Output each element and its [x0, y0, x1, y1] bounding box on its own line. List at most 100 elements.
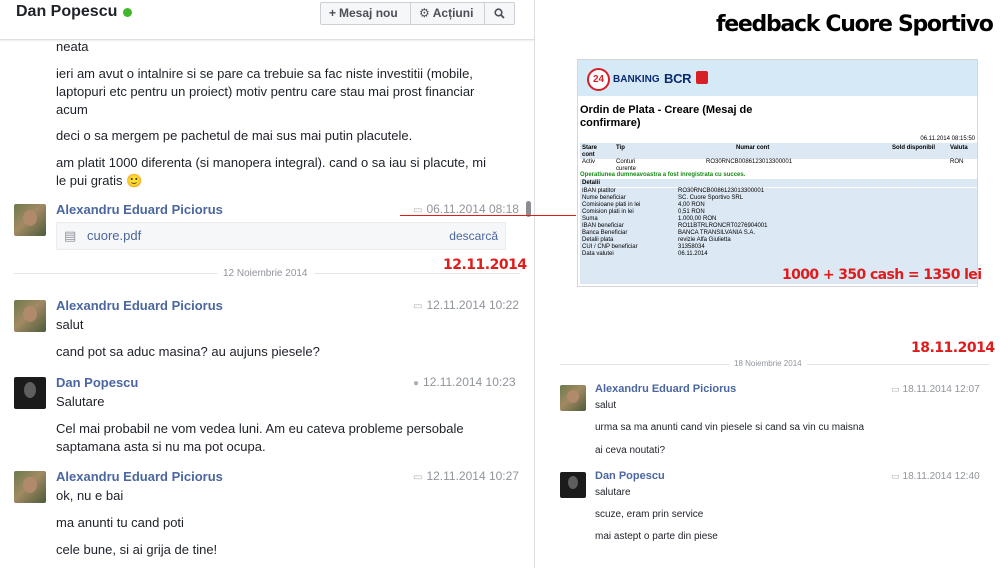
sender-name[interactable]: Alexandru Eduard Piciorus [595, 383, 736, 395]
sender-name[interactable]: Dan Popescu [595, 470, 665, 482]
account-table-row: Activ Conturi curente RO30RNCB0086123013… [580, 159, 977, 172]
day-separator: 18 Noiembrie 2014 [729, 359, 807, 368]
message-text: cele bune, si ai grija de tine! [56, 542, 218, 557]
message-text: mai astept o parte din piese [595, 531, 718, 542]
message-text: am platit 1000 diferenta (si manopera in… [56, 155, 486, 188]
speech-bubble-icon: ▭ [891, 384, 900, 394]
message-text: salut [595, 400, 617, 411]
receipt-title: Ordin de Plata - Creare (Mesaj de confir… [580, 104, 753, 129]
bank-name: BCR [664, 71, 692, 86]
attachment-file-name[interactable]: cuore.pdf [87, 228, 141, 243]
message-text: Salutare [56, 394, 105, 409]
speech-bubble-icon: ▭ [413, 472, 423, 483]
page-title: feedback Cuore Sportivo [716, 12, 994, 37]
message-text: cand pot sa aduc masina? au aujuns piese… [56, 344, 320, 359]
online-status-dot [123, 8, 132, 17]
detail-value: BANCA TRANSILVANIA S.A. [678, 230, 756, 236]
sender-name[interactable]: Alexandru Eduard Piciorus [56, 469, 223, 484]
message-text: scuze, eram prin service [595, 509, 704, 520]
bank-header: 24 BANKING BCR [578, 60, 977, 98]
table-cell: RON [950, 159, 964, 165]
speech-bubble-icon: ▭ [413, 301, 423, 312]
sender-name[interactable]: Alexandru Eduard Piciorus [56, 202, 223, 217]
annotation-cash-total: 1000 + 350 cash = 1350 lei [782, 267, 982, 283]
detail-value: SC. Cuore Sportivo SRL [678, 195, 744, 201]
detail-label: Nume beneficiar [582, 195, 626, 201]
timestamp: ▭ 06.11.2014 08:18 [413, 202, 519, 216]
detail-value: RO11BTRLRONCRT0276904001 [678, 223, 768, 229]
detail-label: CUI / CNP beneficiar [582, 244, 638, 250]
detail-value: RO30RNCB0086123013300001 [678, 188, 765, 194]
message-text: ok, nu e bai [56, 488, 124, 503]
detail-value: 1.000,00 RON [678, 216, 717, 222]
table-cell: Activ [582, 159, 596, 165]
conversation-title[interactable]: Dan Popescu [16, 3, 117, 21]
detail-label: Comision plati in lei [582, 209, 634, 215]
detail-label: Data valutei [582, 251, 614, 257]
plus-icon: + [329, 6, 337, 20]
message-text: deci o sa mergem pe pachetul de mai sus … [56, 128, 413, 143]
avatar[interactable] [560, 385, 586, 411]
annotation-date: 18.11.2014 [911, 340, 995, 356]
detail-value: revizie Alfa Giulietta [678, 237, 731, 243]
day-separator: 12 Noiembrie 2014 [217, 268, 314, 279]
bcr-logo-icon [696, 71, 708, 84]
actions-button[interactable]: ⚙ Acțiuni [411, 2, 485, 25]
message-text: ieri am avut o intalnire si se pare ca t… [56, 66, 475, 117]
table-cell: Conturi curente [616, 159, 637, 172]
message-text: salut [56, 317, 84, 332]
detail-label: IBAN beneficiar [582, 223, 624, 229]
timestamp: ▭ 12.11.2014 10:22 [413, 298, 519, 312]
download-link[interactable]: descarcă [449, 229, 498, 243]
column-header: Numar cont [736, 145, 770, 151]
chat-panel-left: neata ieri am avut o intalnire si se par… [0, 0, 535, 568]
timestamp: ▭ 12.11.2014 10:27 [413, 469, 519, 483]
detail-label: Banca Beneficiar [582, 230, 628, 236]
message-text: neata [56, 39, 89, 54]
column-header: Stare cont [582, 145, 598, 158]
avatar[interactable] [560, 472, 586, 498]
table-cell: RO30RNCB0086123013300001 [706, 159, 793, 165]
annotation-connector-line [400, 215, 576, 216]
avatar[interactable] [14, 300, 46, 332]
detail-label: Detalii plata [582, 237, 614, 243]
bank-payment-receipt: 24 BANKING BCR Ordin de Plata - Creare (… [577, 59, 978, 287]
location-pin-icon: ● [413, 378, 420, 389]
chat-header: Dan Popescu + Mesaj nou ⚙ Acțiuni [0, 0, 534, 40]
column-header: Sold disponibil [892, 145, 935, 151]
success-message: Operatiunea dumneavoastra a fost inregis… [580, 172, 746, 178]
file-attachment[interactable]: ▤ cuore.pdf descarcă [56, 222, 506, 250]
column-header: Tip [616, 145, 625, 151]
divider [580, 187, 977, 188]
search-icon [494, 8, 505, 19]
avatar[interactable] [14, 377, 46, 409]
sender-name[interactable]: Alexandru Eduard Piciorus [56, 298, 223, 313]
detail-label: Comisioane plati in lei [582, 202, 641, 208]
detail-value: 4,00 RON [678, 202, 705, 208]
timestamp: ● 12.11.2014 10:23 [413, 375, 516, 389]
message-text: ai ceva noutati? [595, 445, 666, 456]
search-button[interactable] [485, 2, 515, 25]
banking-24-logo: 24 [587, 68, 610, 91]
account-table-header: Stare cont Tip Numar cont Sold disponibi… [580, 143, 977, 159]
gear-icon: ⚙ [419, 6, 430, 20]
message-text: salutare [595, 487, 631, 498]
receipt-datetime: 06.11.2014 08:15:50 [920, 136, 975, 142]
speech-bubble-icon: ▭ [891, 471, 900, 481]
message-text: urma sa ma anunti cand vin piesele si ca… [595, 422, 865, 433]
timestamp: ▭ 18.11.2014 12:07 [891, 384, 980, 395]
detail-label: IBAN platitor [582, 188, 616, 194]
avatar[interactable] [14, 471, 46, 503]
message-text: ma anunti tu cand poti [56, 515, 184, 530]
sender-name[interactable]: Dan Popescu [56, 375, 138, 390]
detail-value: 0,51 RON [678, 209, 705, 215]
document-icon: ▤ [64, 228, 77, 243]
new-message-button[interactable]: + Mesaj nou [320, 2, 411, 25]
avatar[interactable] [14, 204, 46, 236]
detail-value: 31358034 [678, 244, 705, 250]
annotation-date: 12.11.2014 [443, 257, 527, 273]
message-text: Cel mai probabil ne vom vedea luni. Am e… [56, 421, 464, 454]
banking-label: BANKING [613, 74, 660, 85]
detail-value: 06.11.2014 [678, 251, 708, 257]
timestamp: ▭ 18.11.2014 12:40 [891, 471, 980, 482]
